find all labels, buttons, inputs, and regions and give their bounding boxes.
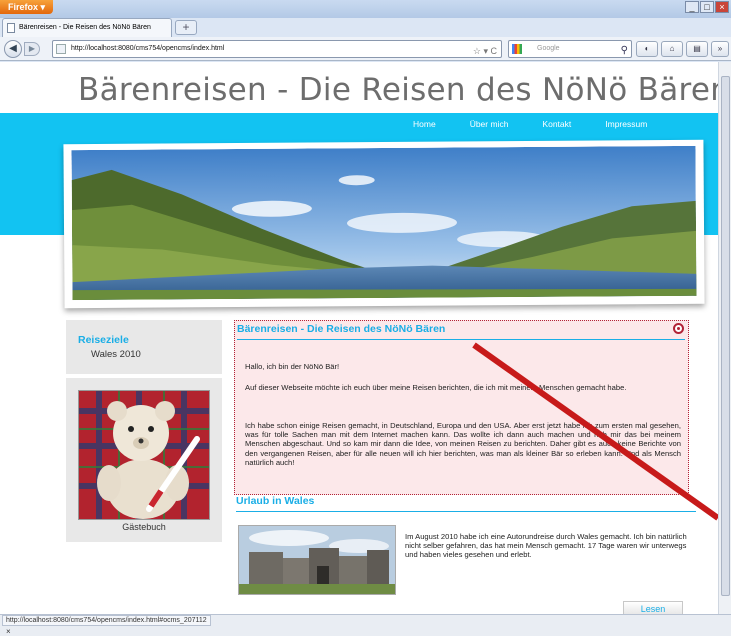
scrollbar-thumb[interactable] <box>721 76 730 596</box>
close-window-button[interactable]: × <box>715 1 729 13</box>
browser-tab[interactable]: Bärenreisen - Die Reisen des NöNö Bären <box>2 18 172 37</box>
site-title: Bärenreisen - Die Reisen des NöNö Bären <box>78 72 718 108</box>
home-icon[interactable]: ⌂ <box>661 41 683 57</box>
site-identity-icon[interactable] <box>56 44 66 54</box>
destinations-heading: Reiseziele <box>78 334 129 346</box>
page-viewport: Bärenreisen - Die Reisen des NöNö Bären … <box>0 62 718 614</box>
window-controls: _ □ × <box>685 1 729 13</box>
reload-icon[interactable]: C <box>491 46 498 56</box>
addon-icon[interactable]: ◐ <box>636 41 658 57</box>
vertical-scrollbar[interactable] <box>718 62 731 614</box>
main-navigation: Home Über mich Kontakt Impressum <box>413 119 681 129</box>
search-icon[interactable]: ⚲ <box>621 43 628 59</box>
tab-title: Bärenreisen - Die Reisen des NöNö Bären <box>19 24 151 31</box>
search-placeholder: Google <box>537 45 560 52</box>
intro-paragraph-2: Ich habe schon einige Reisen gemacht, in… <box>245 421 681 467</box>
nav-contact[interactable]: Kontakt <box>542 119 571 129</box>
hero-image-frame <box>63 139 705 309</box>
hero-landscape-image <box>71 145 697 301</box>
search-bar[interactable]: Google ⚲ <box>508 40 632 58</box>
edit-target-icon[interactable] <box>673 323 684 334</box>
back-icon[interactable]: ◀ <box>4 40 22 58</box>
wales-section-title[interactable]: Urlaub in Wales <box>236 495 314 507</box>
page-icon <box>7 23 15 33</box>
bookmark-star-icon[interactable]: ☆ ▾ C <box>473 43 497 59</box>
address-bar[interactable]: http://localhost:8080/cms754/opencms/ind… <box>52 40 502 58</box>
intro-paragraph-1: Auf dieser Webseite möchte ich euch über… <box>245 383 627 392</box>
intro-greeting: Hallo, ich bin der NöNö Bär! <box>245 362 340 371</box>
nav-imprint[interactable]: Impressum <box>605 119 647 129</box>
read-more-button[interactable]: Lesen <box>623 601 683 614</box>
status-url: http://localhost:8080/cms754/opencms/ind… <box>2 615 211 626</box>
url-text: http://localhost:8080/cms754/opencms/ind… <box>71 45 225 52</box>
destination-link-wales[interactable]: Wales 2010 <box>91 349 141 360</box>
tab-strip: Bärenreisen - Die Reisen des NöNö Bären … <box>0 17 731 37</box>
close-icon[interactable]: × <box>6 627 11 636</box>
nav-about[interactable]: Über mich <box>470 119 509 129</box>
wales-teaser-text: Im August 2010 habe ich eine Autorundrei… <box>405 532 687 560</box>
overflow-icon[interactable]: » <box>711 41 729 57</box>
guestbook-box: Gästebuch <box>66 378 222 542</box>
new-tab-button[interactable]: + <box>175 20 197 35</box>
intro-edit-box: Bärenreisen - Die Reisen des NöNö Bären … <box>234 320 689 495</box>
minimize-button[interactable]: _ <box>685 1 699 13</box>
menu-icon[interactable]: ▤ <box>686 41 708 57</box>
window-titlebar: Firefox ▾ _ □ × <box>0 0 731 18</box>
navigation-toolbar: ◀ ▶ http://localhost:8080/cms754/opencms… <box>0 37 731 61</box>
forward-icon[interactable]: ▶ <box>24 42 40 56</box>
back-forward-group: ◀ ▶ <box>4 40 44 58</box>
maximize-button[interactable]: □ <box>700 1 714 13</box>
intro-title: Bärenreisen - Die Reisen des NöNö Bären <box>237 323 446 335</box>
firefox-menu-button[interactable]: Firefox ▾ <box>0 0 54 14</box>
search-engine-icon[interactable] <box>512 44 522 54</box>
destinations-box: Reiseziele Wales 2010 <box>66 320 222 374</box>
guestbook-link[interactable]: Gästebuch <box>66 522 222 532</box>
status-bar: http://localhost:8080/cms754/opencms/ind… <box>0 614 731 636</box>
intro-divider <box>237 339 685 340</box>
castle-photo[interactable] <box>238 525 396 595</box>
wales-divider <box>236 511 696 512</box>
teddy-bear-photo[interactable] <box>78 390 210 520</box>
nav-home[interactable]: Home <box>413 119 436 129</box>
